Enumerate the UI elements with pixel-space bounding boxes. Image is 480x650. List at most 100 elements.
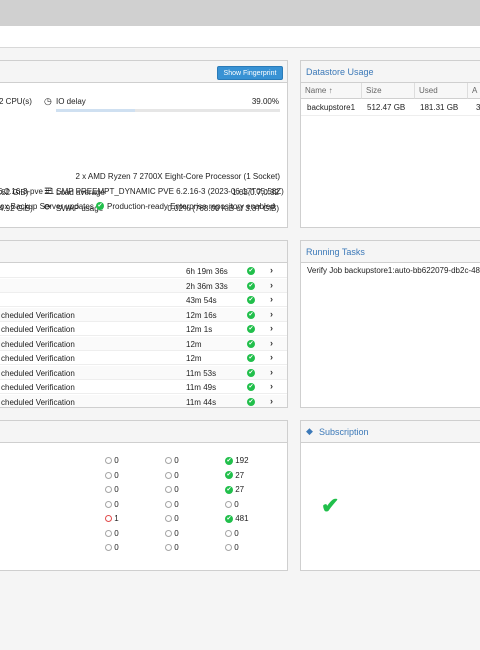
- task-description: cheduled Verification: [1, 310, 75, 320]
- column-available[interactable]: A: [468, 83, 480, 99]
- task-ok-icon: ✔: [247, 368, 255, 377]
- summary-cell-error: 1: [105, 514, 119, 523]
- task-row[interactable]: 43m 54s ✔ ›: [0, 293, 287, 307]
- neutral-icon: [105, 471, 112, 479]
- summary-row: 0 0 ✔ 192: [0, 454, 287, 468]
- task-duration: 12m: [186, 339, 202, 349]
- task-ok-icon: ✔: [247, 310, 255, 319]
- task-duration: 43m 54s: [186, 296, 217, 305]
- task-duration: 11m 44s: [186, 397, 217, 407]
- task-chevron-icon[interactable]: ›: [270, 309, 273, 319]
- running-tasks-title: Running Tasks: [306, 247, 365, 257]
- task-row[interactable]: 6h 19m 36s ✔ ›: [0, 264, 287, 278]
- task-duration: 11m 53s: [186, 368, 217, 378]
- column-used[interactable]: Used: [415, 83, 468, 99]
- neutral-icon: [105, 500, 112, 508]
- summary-row: 0 0 ✔ 27: [0, 483, 287, 497]
- summary-warning-count: 0: [174, 514, 179, 523]
- summary-cell-warning: 0: [165, 543, 179, 552]
- datastore-size: 512.47 GB: [367, 103, 406, 112]
- datastore-usage-title: Datastore Usage: [306, 67, 374, 77]
- top-bar: [0, 0, 480, 26]
- ok-icon: ✔: [225, 514, 233, 523]
- summary-cell-warning: 0: [165, 514, 179, 523]
- task-row[interactable]: cheduled Verification 12m 1s ✔ ›: [0, 322, 287, 336]
- summary-cell-error: 0: [105, 529, 119, 538]
- task-ok-icon: ✔: [247, 339, 255, 348]
- summary-warning-count: 0: [174, 456, 179, 465]
- io-delay-value: 39.00%: [251, 97, 279, 106]
- task-row[interactable]: cheduled Verification 11m 49s ✔ ›: [0, 380, 287, 394]
- task-chevron-icon[interactable]: ›: [270, 396, 273, 406]
- neutral-icon: [165, 529, 172, 537]
- column-name[interactable]: Name ↑: [301, 83, 362, 99]
- running-task-item[interactable]: Verify Job backupstore1:auto-bb622079-db…: [307, 266, 480, 275]
- io-delay-bar: [56, 109, 280, 112]
- task-duration: 6h 19m 36s: [186, 267, 228, 276]
- summary-row: 0 0 ✔ 27: [0, 469, 287, 483]
- summary-cell-ok: 0: [225, 500, 239, 509]
- datastore-usage-header: Datastore Usage: [301, 61, 480, 83]
- datastore-row[interactable]: backupstore1 512.47 GB 181.31 GB 3: [301, 100, 480, 116]
- task-duration: 11m 49s: [186, 383, 217, 392]
- task-row[interactable]: cheduled Verification 11m 53s ✔ ›: [0, 365, 287, 380]
- summary-cell-ok: 0: [225, 543, 239, 552]
- tasks-panel-header: [0, 241, 287, 263]
- error-icon: [105, 515, 112, 523]
- summary-cell-error: 0: [105, 456, 119, 465]
- task-chevron-icon[interactable]: ›: [270, 323, 273, 333]
- column-size[interactable]: Size: [362, 83, 415, 99]
- cpu-usage-text: 2 CPU(s): [0, 97, 32, 106]
- task-description: cheduled Verification: [1, 325, 75, 334]
- summary-cell-ok: ✔ 27: [225, 471, 244, 480]
- neutral-icon: [105, 457, 112, 465]
- neutral-icon: [165, 515, 172, 523]
- show-fingerprint-button[interactable]: Show Fingerprint: [217, 66, 283, 80]
- summary-row: 0 0 0: [0, 541, 287, 555]
- datastore-available: 3: [476, 103, 480, 112]
- datastore-used: 181.31 GB: [420, 103, 459, 112]
- task-description: cheduled Verification: [1, 339, 75, 349]
- task-chevron-icon[interactable]: ›: [270, 294, 273, 304]
- task-row[interactable]: 2h 36m 33s ✔ ›: [0, 278, 287, 293]
- task-ok-icon: ✔: [247, 383, 255, 391]
- summary-ok-count: 192: [235, 456, 249, 465]
- ok-icon: ✔: [225, 471, 233, 480]
- summary-error-count: 0: [114, 528, 119, 538]
- task-duration: 12m 1s: [186, 325, 213, 334]
- task-chevron-icon[interactable]: ›: [270, 265, 273, 275]
- summary-cell-ok: ✔ 481: [225, 514, 249, 523]
- summary-error-count: 0: [114, 456, 119, 465]
- neutral-icon: [105, 529, 112, 537]
- summary-error-count: 0: [114, 499, 119, 509]
- summary-ok-count: 27: [235, 485, 245, 494]
- summary-ok-count: 481: [235, 514, 249, 523]
- summary-cell-warning: 0: [165, 456, 179, 465]
- task-chevron-icon[interactable]: ›: [270, 367, 273, 377]
- summary-warning-count: 0: [174, 543, 179, 552]
- task-chevron-icon[interactable]: ›: [270, 381, 273, 391]
- task-row[interactable]: cheduled Verification 11m 44s ✔ ›: [0, 394, 287, 407]
- cpu-model-text: 2 x AMD Ryzen 7 2700X Eight-Core Process…: [75, 172, 280, 181]
- summary-cell-warning: 0: [165, 529, 179, 538]
- repository-chevron-icon[interactable]: ›: [273, 200, 276, 210]
- task-row[interactable]: cheduled Verification 12m 16s ✔ ›: [0, 307, 287, 322]
- summary-error-count: 0: [114, 485, 119, 494]
- task-chevron-icon[interactable]: ›: [270, 280, 273, 290]
- task-chevron-icon[interactable]: ›: [270, 338, 273, 348]
- summary-cell-warning: 0: [165, 500, 179, 509]
- subscription-ok-icon: ✔: [321, 493, 340, 518]
- task-row[interactable]: cheduled Verification 12m ✔ ›: [0, 336, 287, 351]
- neutral-icon: [165, 500, 172, 508]
- neutral-icon: [105, 544, 112, 552]
- datastore-usage-panel: Datastore Usage Name ↑ Size Used A backu…: [300, 60, 480, 228]
- task-row[interactable]: cheduled Verification 12m ✔ ›: [0, 351, 287, 365]
- summary-row: 0 0 0: [0, 527, 287, 541]
- summary-row: 0 0 0: [0, 498, 287, 512]
- task-ok-icon: ✔: [247, 397, 255, 406]
- summary-ok-count: 0: [234, 499, 239, 509]
- tag-icon: ◆: [306, 426, 313, 436]
- task-chevron-icon[interactable]: ›: [270, 352, 273, 362]
- summary-cell-error: 0: [105, 543, 119, 552]
- task-ok-icon: ✔: [247, 354, 255, 362]
